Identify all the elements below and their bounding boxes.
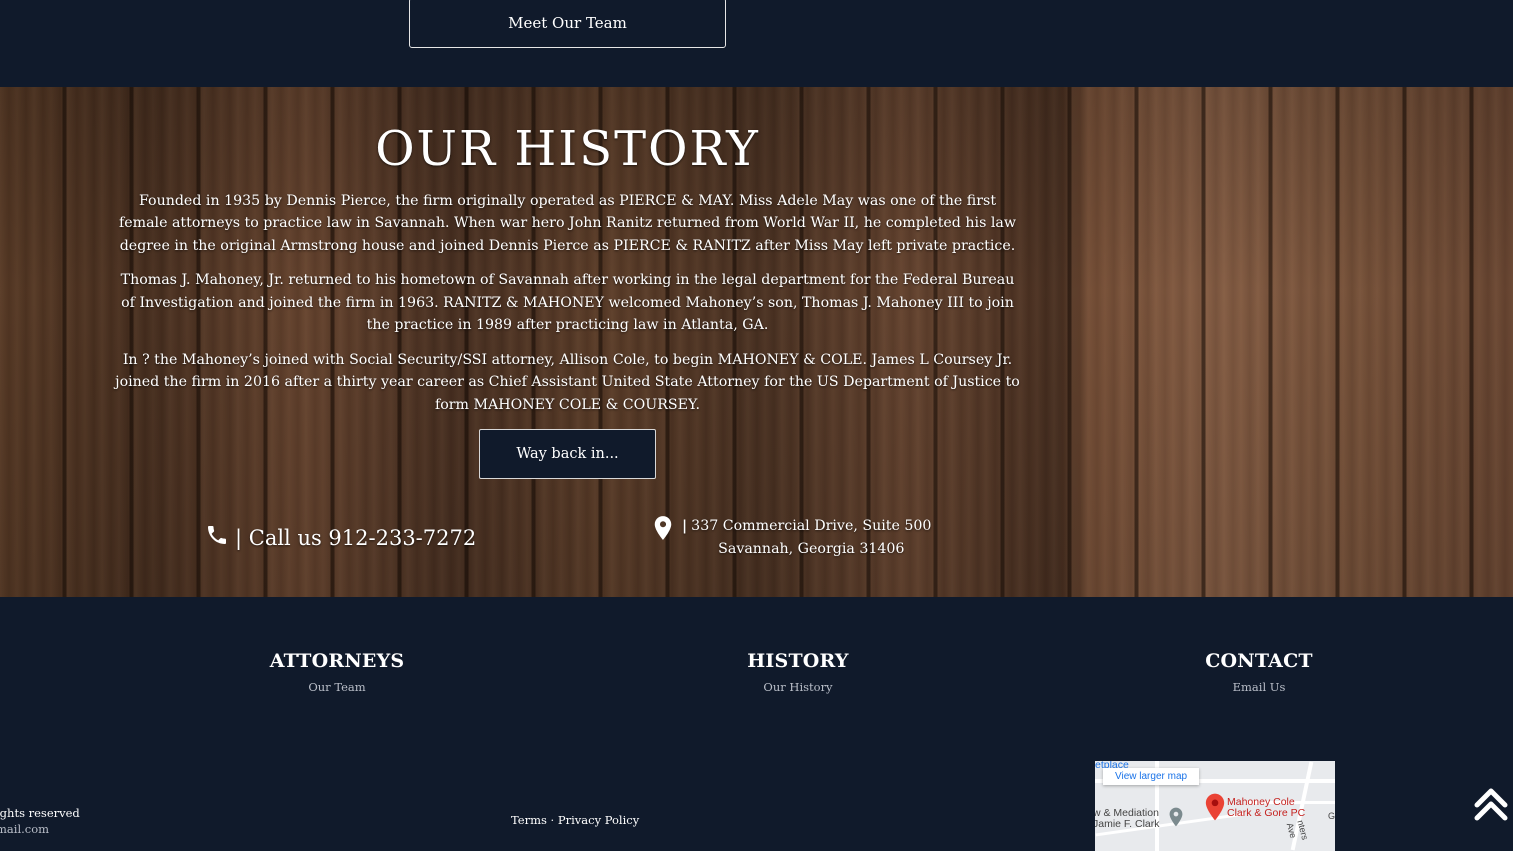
call-us-text: | Call us 912-233-7272 [235,525,477,550]
double-chevron-up-icon[interactable] [1473,785,1509,823]
history-paragraph-1: Founded in 1935 by Dennis Pierce, the fi… [118,192,1017,254]
embedded-map[interactable]: etplace View larger map w & Mediation Ja… [1095,761,1335,851]
way-back-button[interactable]: Way back in... [479,429,656,480]
history-paragraph-3: In ? the Mahoney’s joined with Social Se… [115,351,1020,413]
footer-email-link[interactable]: mail.com [0,821,80,837]
footer-link-email-us[interactable]: Email Us [1149,680,1369,694]
history-section: OUR HISTORY Founded in 1935 by Dennis Pi… [0,87,1513,597]
footer: ATTORNEYS Our Team HISTORY Our History C… [0,597,1513,851]
address-line-1: 337 Commercial Drive, Suite 500 [691,518,932,534]
footer-heading-contact: CONTACT [1205,650,1313,672]
view-larger-map-link[interactable]: View larger map [1103,768,1200,785]
map-marker-gray-icon [1169,807,1183,831]
footer-column-contact: CONTACT Email Us [1149,650,1369,694]
privacy-policy-link[interactable]: Privacy Policy [558,813,639,827]
map-label-edge: G [1328,811,1335,821]
office-address: | 337 Commercial Drive, Suite 500 Savann… [652,515,931,561]
map-label-firm-2: Clark & Gore PC [1227,807,1306,819]
footer-column-attorneys: ATTORNEYS Our Team [227,650,447,694]
map-marker-red-icon [1205,792,1225,826]
footer-link-our-team[interactable]: Our Team [227,680,447,694]
history-content: OUR HISTORY Founded in 1935 by Dennis Pi… [115,87,1020,480]
phone-icon [205,523,235,552]
footer-heading-attorneys: ATTORNEYS [269,650,405,672]
footer-heading-history: HISTORY [747,650,849,672]
top-band: Meet Our Team [0,0,1513,87]
address-separator: | [682,518,688,534]
map-pin-icon [652,515,682,549]
legal-separator: · [550,813,555,827]
rights-reserved-text: ights reserved [0,806,80,820]
map-label-jamie-clark: Jamie F. Clark [1095,818,1160,830]
address-lines: 337 Commercial Drive, Suite 500 Savannah… [691,515,931,561]
address-line-2: Savannah, Georgia 31406 [718,541,905,557]
history-paragraph-2: Thomas J. Mahoney, Jr. returned to his h… [120,272,1015,334]
meet-our-team-button[interactable]: Meet Our Team [409,0,726,48]
copyright-notice: ights reserved mail.com [0,805,80,837]
footer-link-our-history[interactable]: Our History [688,680,908,694]
history-title: OUR HISTORY [375,121,760,177]
map-label-street: nters Ave [1284,819,1311,841]
call-us-link[interactable]: | Call us 912-233-7272 [205,523,476,552]
terms-link[interactable]: Terms [511,813,547,827]
footer-column-history: HISTORY Our History [688,650,908,694]
legal-links: Terms · Privacy Policy [511,813,639,827]
